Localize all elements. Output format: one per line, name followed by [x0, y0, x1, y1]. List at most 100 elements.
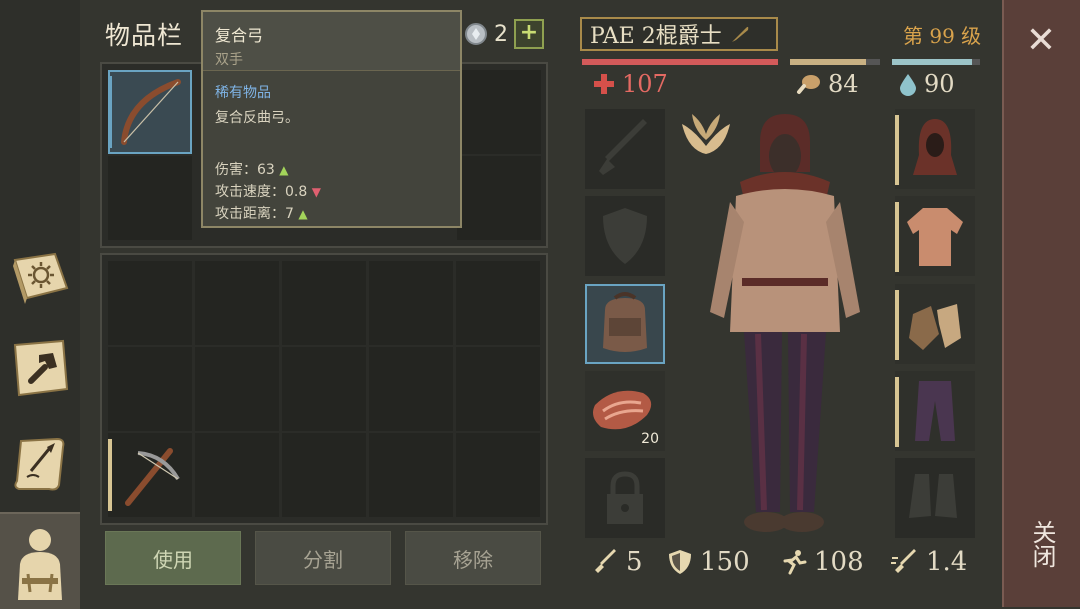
inventory-slot-empty[interactable] — [195, 347, 279, 431]
inventory-slot-empty[interactable] — [369, 347, 453, 431]
skills-book-button[interactable] — [8, 243, 74, 313]
tunic-icon — [907, 208, 963, 266]
gloves-icon — [909, 304, 961, 350]
food-slot[interactable]: 20 — [585, 371, 665, 451]
locked-slot — [585, 458, 665, 538]
stat-value: 0.8 — [285, 184, 308, 200]
character-icon — [18, 528, 62, 600]
inventory-slot-empty[interactable] — [456, 261, 540, 345]
inventory-slot-empty[interactable] — [195, 261, 279, 345]
use-button[interactable]: 使用 — [105, 531, 241, 585]
crafting-hammer-icon — [13, 339, 69, 397]
swift-sword-icon — [891, 549, 916, 573]
water-bar — [892, 59, 972, 65]
stat-value: 7 — [285, 206, 294, 222]
padlock-icon — [607, 471, 643, 524]
remove-button[interactable]: 移除 — [405, 531, 541, 585]
food-bar — [790, 59, 866, 65]
backpack-slot[interactable] — [585, 284, 665, 364]
inventory-slot-empty[interactable] — [108, 156, 192, 240]
chest-slot[interactable] — [895, 196, 975, 276]
stat-up-arrow-icon: ▲ — [279, 163, 289, 177]
silver-coin-icon — [465, 23, 487, 45]
stat-down-arrow-icon: ▼ — [311, 185, 321, 199]
health-value: 107 — [622, 70, 668, 98]
health-stat: 107 — [592, 70, 668, 98]
close-label[interactable]: 关闭 — [1024, 520, 1060, 568]
inventory-slot-empty[interactable] — [108, 261, 192, 345]
inventory-slot-empty[interactable] — [108, 347, 192, 431]
character-name-box[interactable]: PAE 2棍爵士 — [580, 17, 778, 51]
armor-value: 150 — [700, 547, 750, 577]
sword-silhouette-icon — [599, 119, 647, 175]
shield-icon — [669, 550, 691, 574]
character-tab-button[interactable] — [0, 512, 80, 609]
water-drop-icon — [900, 74, 916, 96]
character-name: PAE 2棍爵士 — [590, 24, 722, 49]
item-tooltip: 复合弓 双手 稀有物品 复合反曲弓。 伤害：63 ▲ 攻击速度：0.8 ▼ 攻击… — [201, 10, 462, 228]
tooltip-rarity: 稀有物品 — [215, 85, 271, 101]
character-model — [710, 114, 860, 532]
speed-stat: 108 — [780, 547, 864, 577]
crafting-button[interactable] — [8, 333, 74, 403]
inventory-slot-empty[interactable] — [282, 347, 366, 431]
water-value: 90 — [924, 70, 955, 98]
tooltip-stat-attack-speed: 攻击速度：0.8 ▼ — [215, 181, 321, 201]
armor-stat: 150 — [666, 547, 750, 577]
feet-slot[interactable] — [895, 458, 975, 538]
inventory-slot-compound-bow[interactable] — [108, 70, 192, 154]
tooltip-description: 复合反曲弓。 — [215, 110, 299, 126]
currency-display: 2 + — [464, 19, 544, 49]
attack-value: 5 — [626, 547, 643, 577]
inventory-slot-empty[interactable] — [456, 433, 540, 517]
inventory-slot-crossbow[interactable] — [108, 433, 192, 517]
head-slot[interactable] — [895, 109, 975, 189]
inventory-slot-empty[interactable] — [456, 347, 540, 431]
legs-slot[interactable] — [895, 371, 975, 451]
backpack-icon — [603, 292, 647, 352]
shield-slot[interactable] — [585, 196, 665, 276]
pants-icon — [915, 381, 955, 441]
shield-silhouette-icon — [603, 208, 647, 264]
attack-stat: 5 — [592, 547, 643, 577]
tooltip-stat-damage: 伤害：63 ▲ — [215, 159, 289, 179]
inventory-slot-empty[interactable] — [282, 433, 366, 517]
inventory-slot-empty[interactable] — [195, 433, 279, 517]
sword-icon — [595, 549, 616, 573]
add-currency-button[interactable]: + — [514, 19, 544, 49]
tooltip-hand-type: 双手 — [215, 52, 243, 68]
character-level: 第 99 级 — [903, 24, 982, 48]
tooltip-item-name: 复合弓 — [215, 26, 264, 45]
tooltip-stat-attack-range: 攻击距离：7 ▲ — [215, 203, 308, 223]
inventory-title: 物品栏 — [105, 21, 184, 50]
hands-slot[interactable] — [895, 284, 975, 364]
inventory-slot-empty[interactable] — [369, 433, 453, 517]
crossbow-icon — [125, 448, 180, 506]
split-button[interactable]: 分割 — [255, 531, 391, 585]
boots-silhouette-icon — [909, 474, 957, 518]
weapon-slot[interactable] — [585, 109, 665, 189]
health-bar — [582, 59, 778, 65]
running-man-icon — [783, 550, 807, 575]
stat-label: 攻击速度： — [215, 184, 285, 200]
compound-bow-icon — [121, 79, 181, 145]
stat-value: 63 — [257, 162, 275, 178]
attack-speed-value: 1.4 — [926, 547, 968, 577]
water-stat: 90 — [898, 70, 955, 98]
inventory-slot-empty[interactable] — [457, 156, 541, 240]
inventory-slot-empty[interactable] — [369, 261, 453, 345]
quest-scroll-button[interactable] — [8, 428, 74, 498]
stat-label: 伤害： — [215, 162, 257, 178]
stat-up-arrow-icon: ▲ — [298, 207, 308, 221]
edit-quill-icon[interactable] — [730, 24, 750, 44]
inventory-slot-empty[interactable] — [457, 70, 541, 154]
food-value: 84 — [828, 70, 859, 98]
close-icon[interactable]: ✕ — [1022, 22, 1060, 60]
health-cross-icon — [594, 74, 614, 94]
close-panel[interactable] — [1002, 0, 1080, 607]
skills-book-icon — [13, 252, 69, 304]
drumstick-icon — [797, 75, 820, 94]
quest-scroll-icon — [14, 437, 65, 491]
speed-value: 108 — [814, 547, 864, 577]
inventory-slot-empty[interactable] — [282, 261, 366, 345]
